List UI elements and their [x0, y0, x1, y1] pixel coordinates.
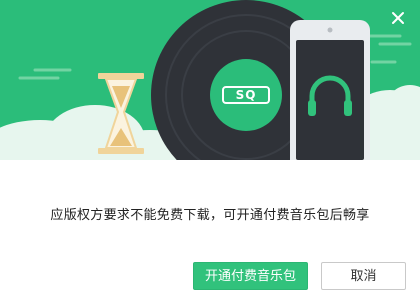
cancel-button[interactable]: 取消 — [321, 262, 406, 290]
sq-badge: SQ — [222, 86, 270, 104]
download-permission-dialog: SQ 应版权方要求不能免费下载，可开通付费音乐包后畅享 开通付费音乐包 取消 — [0, 0, 420, 300]
banner-illustration: SQ — [0, 0, 420, 160]
close-button[interactable] — [388, 8, 408, 28]
permission-message: 应版权方要求不能免费下载，可开通付费音乐包后畅享 — [50, 208, 370, 223]
phone-icon — [290, 20, 370, 160]
close-icon — [392, 12, 404, 24]
sq-badge-label: SQ — [235, 88, 257, 102]
open-music-package-button[interactable]: 开通付费音乐包 — [193, 262, 308, 290]
